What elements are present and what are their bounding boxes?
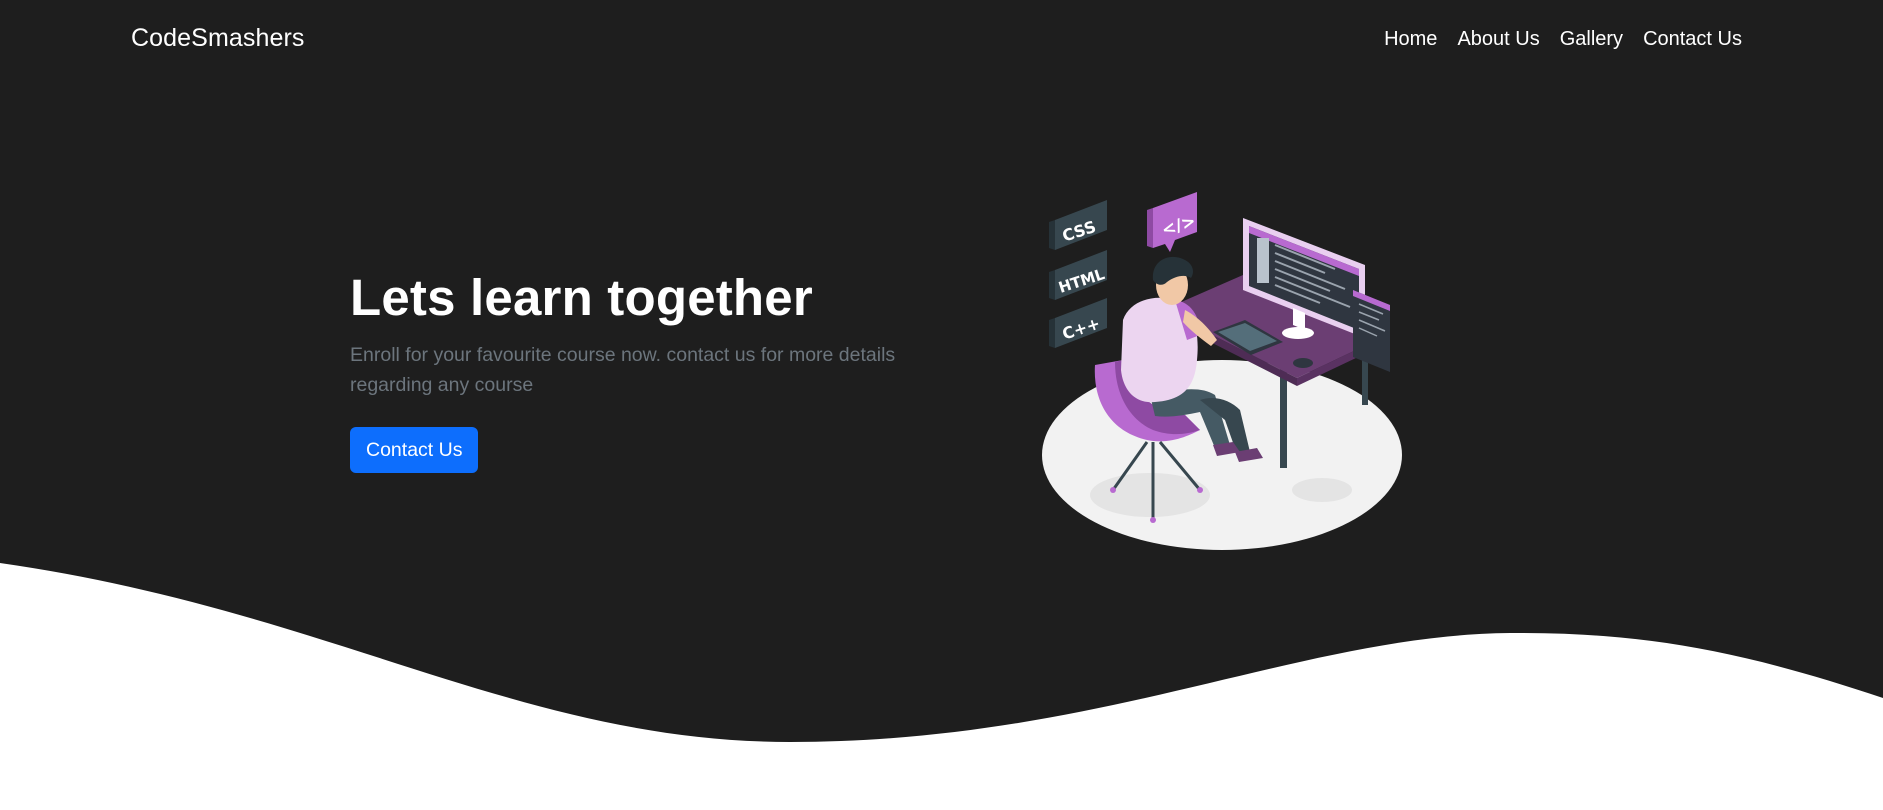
brand-logo[interactable]: CodeSmashers bbox=[131, 24, 305, 53]
code-tag-cpp: C++ bbox=[1049, 298, 1107, 348]
nav-links: Home About Us Gallery Contact Us bbox=[1384, 28, 1742, 51]
hero-subtitle: Enroll for your favourite course now. co… bbox=[350, 344, 896, 396]
contact-us-button[interactable]: Contact Us bbox=[350, 427, 479, 473]
hero-text: Lets learn together Enroll for your favo… bbox=[350, 268, 950, 400]
code-tag-css: CSS bbox=[1049, 200, 1107, 250]
code-tag-html: HTML bbox=[1049, 250, 1107, 300]
navbar: CodeSmashers Home About Us Gallery Conta… bbox=[0, 0, 1883, 80]
page: CodeSmashers Home About Us Gallery Conta… bbox=[0, 0, 1883, 810]
code-bubble-icon: </> bbox=[1147, 192, 1198, 252]
nav-link-home[interactable]: Home bbox=[1384, 28, 1437, 51]
hero-title: Lets learn together bbox=[350, 269, 813, 326]
nav-link-contact-us[interactable]: Contact Us bbox=[1643, 28, 1742, 51]
hero-background-wave bbox=[0, 0, 1883, 742]
nav-link-about-us[interactable]: About Us bbox=[1457, 28, 1539, 51]
nav-link-gallery[interactable]: Gallery bbox=[1560, 28, 1623, 51]
developer-illustration: CSS HTML C++ </> bbox=[1042, 192, 1402, 550]
